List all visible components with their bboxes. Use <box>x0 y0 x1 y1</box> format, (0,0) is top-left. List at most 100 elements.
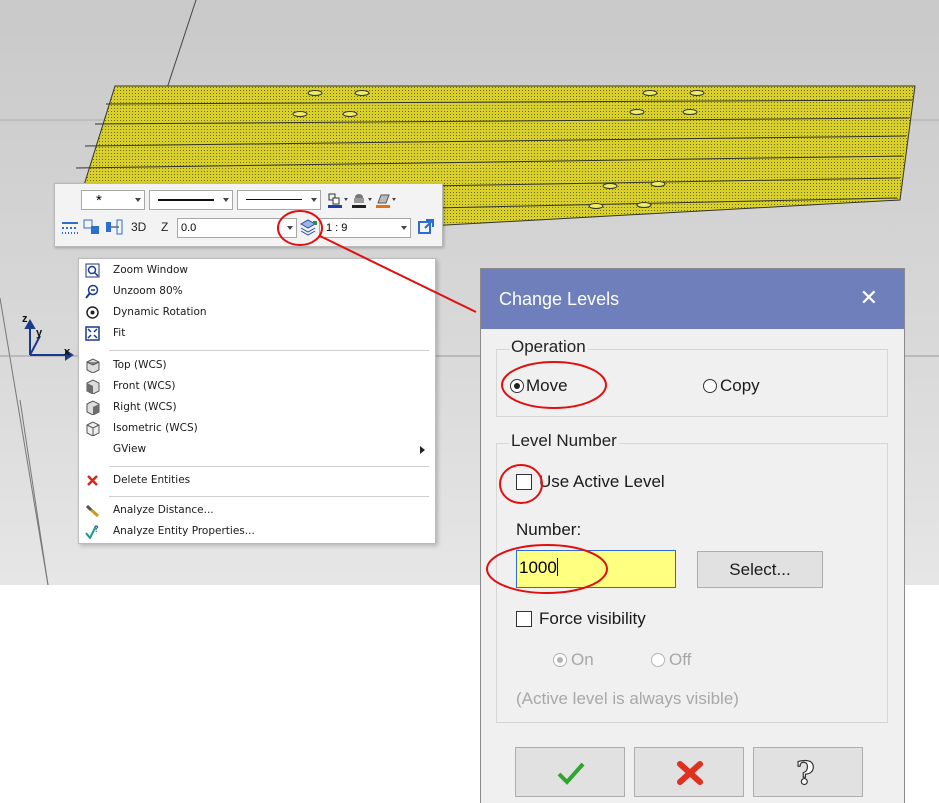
chevron-down-icon <box>311 198 317 202</box>
dialog-title: Change Levels <box>499 289 620 309</box>
operation-group-label: Operation <box>509 337 588 357</box>
menu-label: Top (WCS) <box>113 359 167 371</box>
menu-label: Unzoom 80% <box>113 285 183 297</box>
change-levels-dialog: Change Levels ✕ Operation Move Copy Leve… <box>480 268 905 803</box>
menu-item-fit[interactable]: Fit <box>79 324 433 344</box>
context-menu: Zoom Window Unzoom 80% Dynamic Rotation … <box>78 258 436 544</box>
menu-label: GView <box>113 443 147 455</box>
level-number-input[interactable]: 1000 <box>516 550 676 588</box>
axis-z-label: z <box>22 313 28 325</box>
select-entities-icon[interactable] <box>83 218 101 236</box>
menu-label: Analyze Entity Properties... <box>113 525 255 537</box>
menu-label: Dynamic Rotation <box>113 306 207 318</box>
change-levels-icon[interactable] <box>299 218 317 236</box>
visibility-off-radio[interactable] <box>651 653 665 667</box>
menu-item-delete-entities[interactable]: Delete Entities <box>79 471 433 491</box>
zoom-window-icon <box>85 263 100 278</box>
cube-iso-icon <box>85 421 100 437</box>
cube-front-icon <box>85 379 100 395</box>
menu-label: Front (WCS) <box>113 380 176 392</box>
select-button-label: Select... <box>729 560 791 579</box>
menu-label: Zoom Window <box>113 264 189 276</box>
svg-text:?: ? <box>94 525 99 535</box>
menu-separator <box>109 350 429 351</box>
ok-check-icon <box>556 760 586 791</box>
copy-radio[interactable] <box>703 379 717 393</box>
visibility-on-label: On <box>571 650 594 669</box>
menu-label: Fit <box>113 327 126 339</box>
select-level-button[interactable]: Select... <box>697 551 823 588</box>
z-depth-value: 0.0 <box>181 222 197 234</box>
active-level-note: (Active level is always visible) <box>516 689 739 708</box>
copy-radio-label[interactable]: Copy <box>720 376 760 396</box>
three-d-toggle[interactable]: 3D <box>131 220 146 234</box>
line-width-dropdown[interactable] <box>237 190 321 210</box>
surface-color-icon[interactable] <box>375 191 396 209</box>
menu-label: Analyze Distance... <box>113 504 214 516</box>
line-style-dropdown[interactable] <box>149 190 233 210</box>
menu-item-top-view[interactable]: Top (WCS) <box>79 356 433 376</box>
rotation-icon <box>85 305 100 320</box>
close-icon[interactable]: ✕ <box>860 285 878 311</box>
z-depth-label: Z <box>161 220 169 234</box>
level-number-value: 1000 <box>519 558 557 577</box>
thin-line-icon <box>246 199 302 200</box>
menu-item-unzoom[interactable]: Unzoom 80% <box>79 282 433 302</box>
color-icon[interactable] <box>327 191 348 209</box>
help-question-icon: ? <box>795 753 815 792</box>
move-radio[interactable] <box>510 379 524 393</box>
chevron-down-icon <box>287 226 293 230</box>
analyze-distance-icon <box>85 503 100 518</box>
mini-toolbar: * 3D Z 0.0 1 : 9 <box>54 183 443 247</box>
menu-label: Delete Entities <box>113 474 191 486</box>
number-label: Number: <box>516 520 582 539</box>
menu-item-gview[interactable]: GView <box>79 440 433 460</box>
level-manager-icon[interactable] <box>61 218 79 236</box>
z-depth-input[interactable]: 0.0 <box>177 218 297 238</box>
delete-x-icon <box>85 473 100 488</box>
move-radio-label[interactable]: Move <box>526 376 568 396</box>
use-active-level-checkbox[interactable] <box>516 474 532 490</box>
menu-label: Isometric (WCS) <box>113 422 198 434</box>
level-dropdown[interactable]: 1 : 9 <box>319 218 411 238</box>
menu-item-zoom-window[interactable]: Zoom Window <box>79 261 433 281</box>
chevron-down-icon <box>223 198 229 202</box>
force-visibility-label[interactable]: Force visibility <box>539 609 646 629</box>
menu-label: Right (WCS) <box>113 401 177 413</box>
unzoom-icon <box>85 284 100 299</box>
cancel-x-icon <box>676 760 704 791</box>
fill-color-icon[interactable] <box>351 191 372 209</box>
submenu-arrow-icon <box>420 446 425 454</box>
chevron-down-icon <box>135 198 141 202</box>
menu-separator <box>109 496 429 497</box>
visibility-off-label: Off <box>669 650 692 669</box>
menu-item-analyze-entity-properties[interactable]: ? Analyze Entity Properties... <box>79 522 433 542</box>
transform-icon[interactable] <box>105 218 123 236</box>
expand-toolbar-icon[interactable] <box>417 218 435 236</box>
cancel-button[interactable] <box>634 747 744 797</box>
cube-right-icon <box>85 400 100 416</box>
menu-item-dynamic-rotation[interactable]: Dynamic Rotation <box>79 303 433 323</box>
axis-x-label: x <box>64 346 71 358</box>
text-caret <box>556 558 558 576</box>
analyze-properties-icon: ? <box>85 524 100 540</box>
visibility-on-radio[interactable] <box>553 653 567 667</box>
solid-line-icon <box>158 199 214 201</box>
point-style-value: * <box>96 192 102 209</box>
menu-item-isometric-view[interactable]: Isometric (WCS) <box>79 419 433 439</box>
point-style-dropdown[interactable]: * <box>81 190 145 210</box>
axis-y-label: y <box>36 327 43 339</box>
menu-separator <box>109 466 429 467</box>
menu-item-front-view[interactable]: Front (WCS) <box>79 377 433 397</box>
force-visibility-checkbox[interactable] <box>516 611 532 627</box>
ok-button[interactable] <box>515 747 625 797</box>
menu-item-analyze-distance[interactable]: Analyze Distance... <box>79 501 433 521</box>
chevron-down-icon <box>401 226 407 230</box>
use-active-level-label[interactable]: Use Active Level <box>539 472 665 492</box>
level-value: 1 : 9 <box>326 222 348 234</box>
help-button[interactable]: ? <box>753 747 863 797</box>
level-number-group-label: Level Number <box>509 431 619 451</box>
menu-item-right-view[interactable]: Right (WCS) <box>79 398 433 418</box>
fit-icon <box>85 326 100 341</box>
dialog-title-bar: Change Levels ✕ <box>481 269 904 329</box>
